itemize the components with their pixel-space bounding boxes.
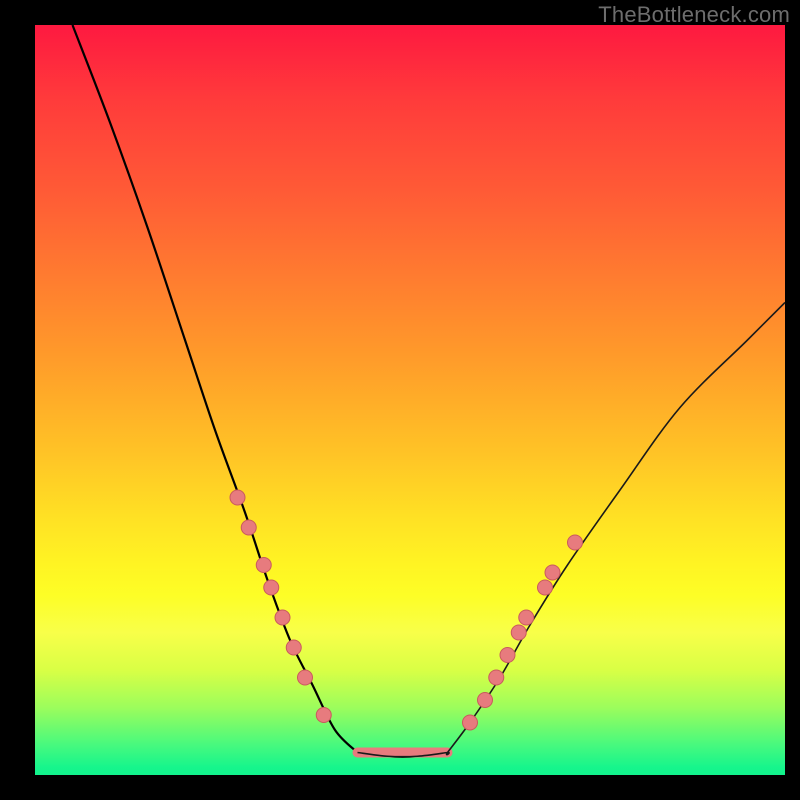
marker-group-left	[230, 490, 331, 723]
data-marker	[463, 715, 478, 730]
marker-group-right	[463, 535, 583, 730]
data-marker	[230, 490, 245, 505]
data-marker	[478, 693, 493, 708]
data-marker	[264, 580, 279, 595]
data-marker	[256, 558, 271, 573]
data-marker	[538, 580, 553, 595]
data-marker	[286, 640, 301, 655]
plot-area	[35, 25, 785, 775]
data-marker	[519, 610, 534, 625]
data-marker	[489, 670, 504, 685]
data-marker	[316, 708, 331, 723]
data-marker	[545, 565, 560, 580]
data-marker	[241, 520, 256, 535]
left-curve	[73, 25, 448, 757]
right-curve	[358, 303, 786, 757]
data-marker	[298, 670, 313, 685]
chart-frame: TheBottleneck.com	[0, 0, 800, 800]
data-marker	[500, 648, 515, 663]
data-marker	[568, 535, 583, 550]
chart-svg	[35, 25, 785, 775]
data-marker	[275, 610, 290, 625]
data-marker	[511, 625, 526, 640]
